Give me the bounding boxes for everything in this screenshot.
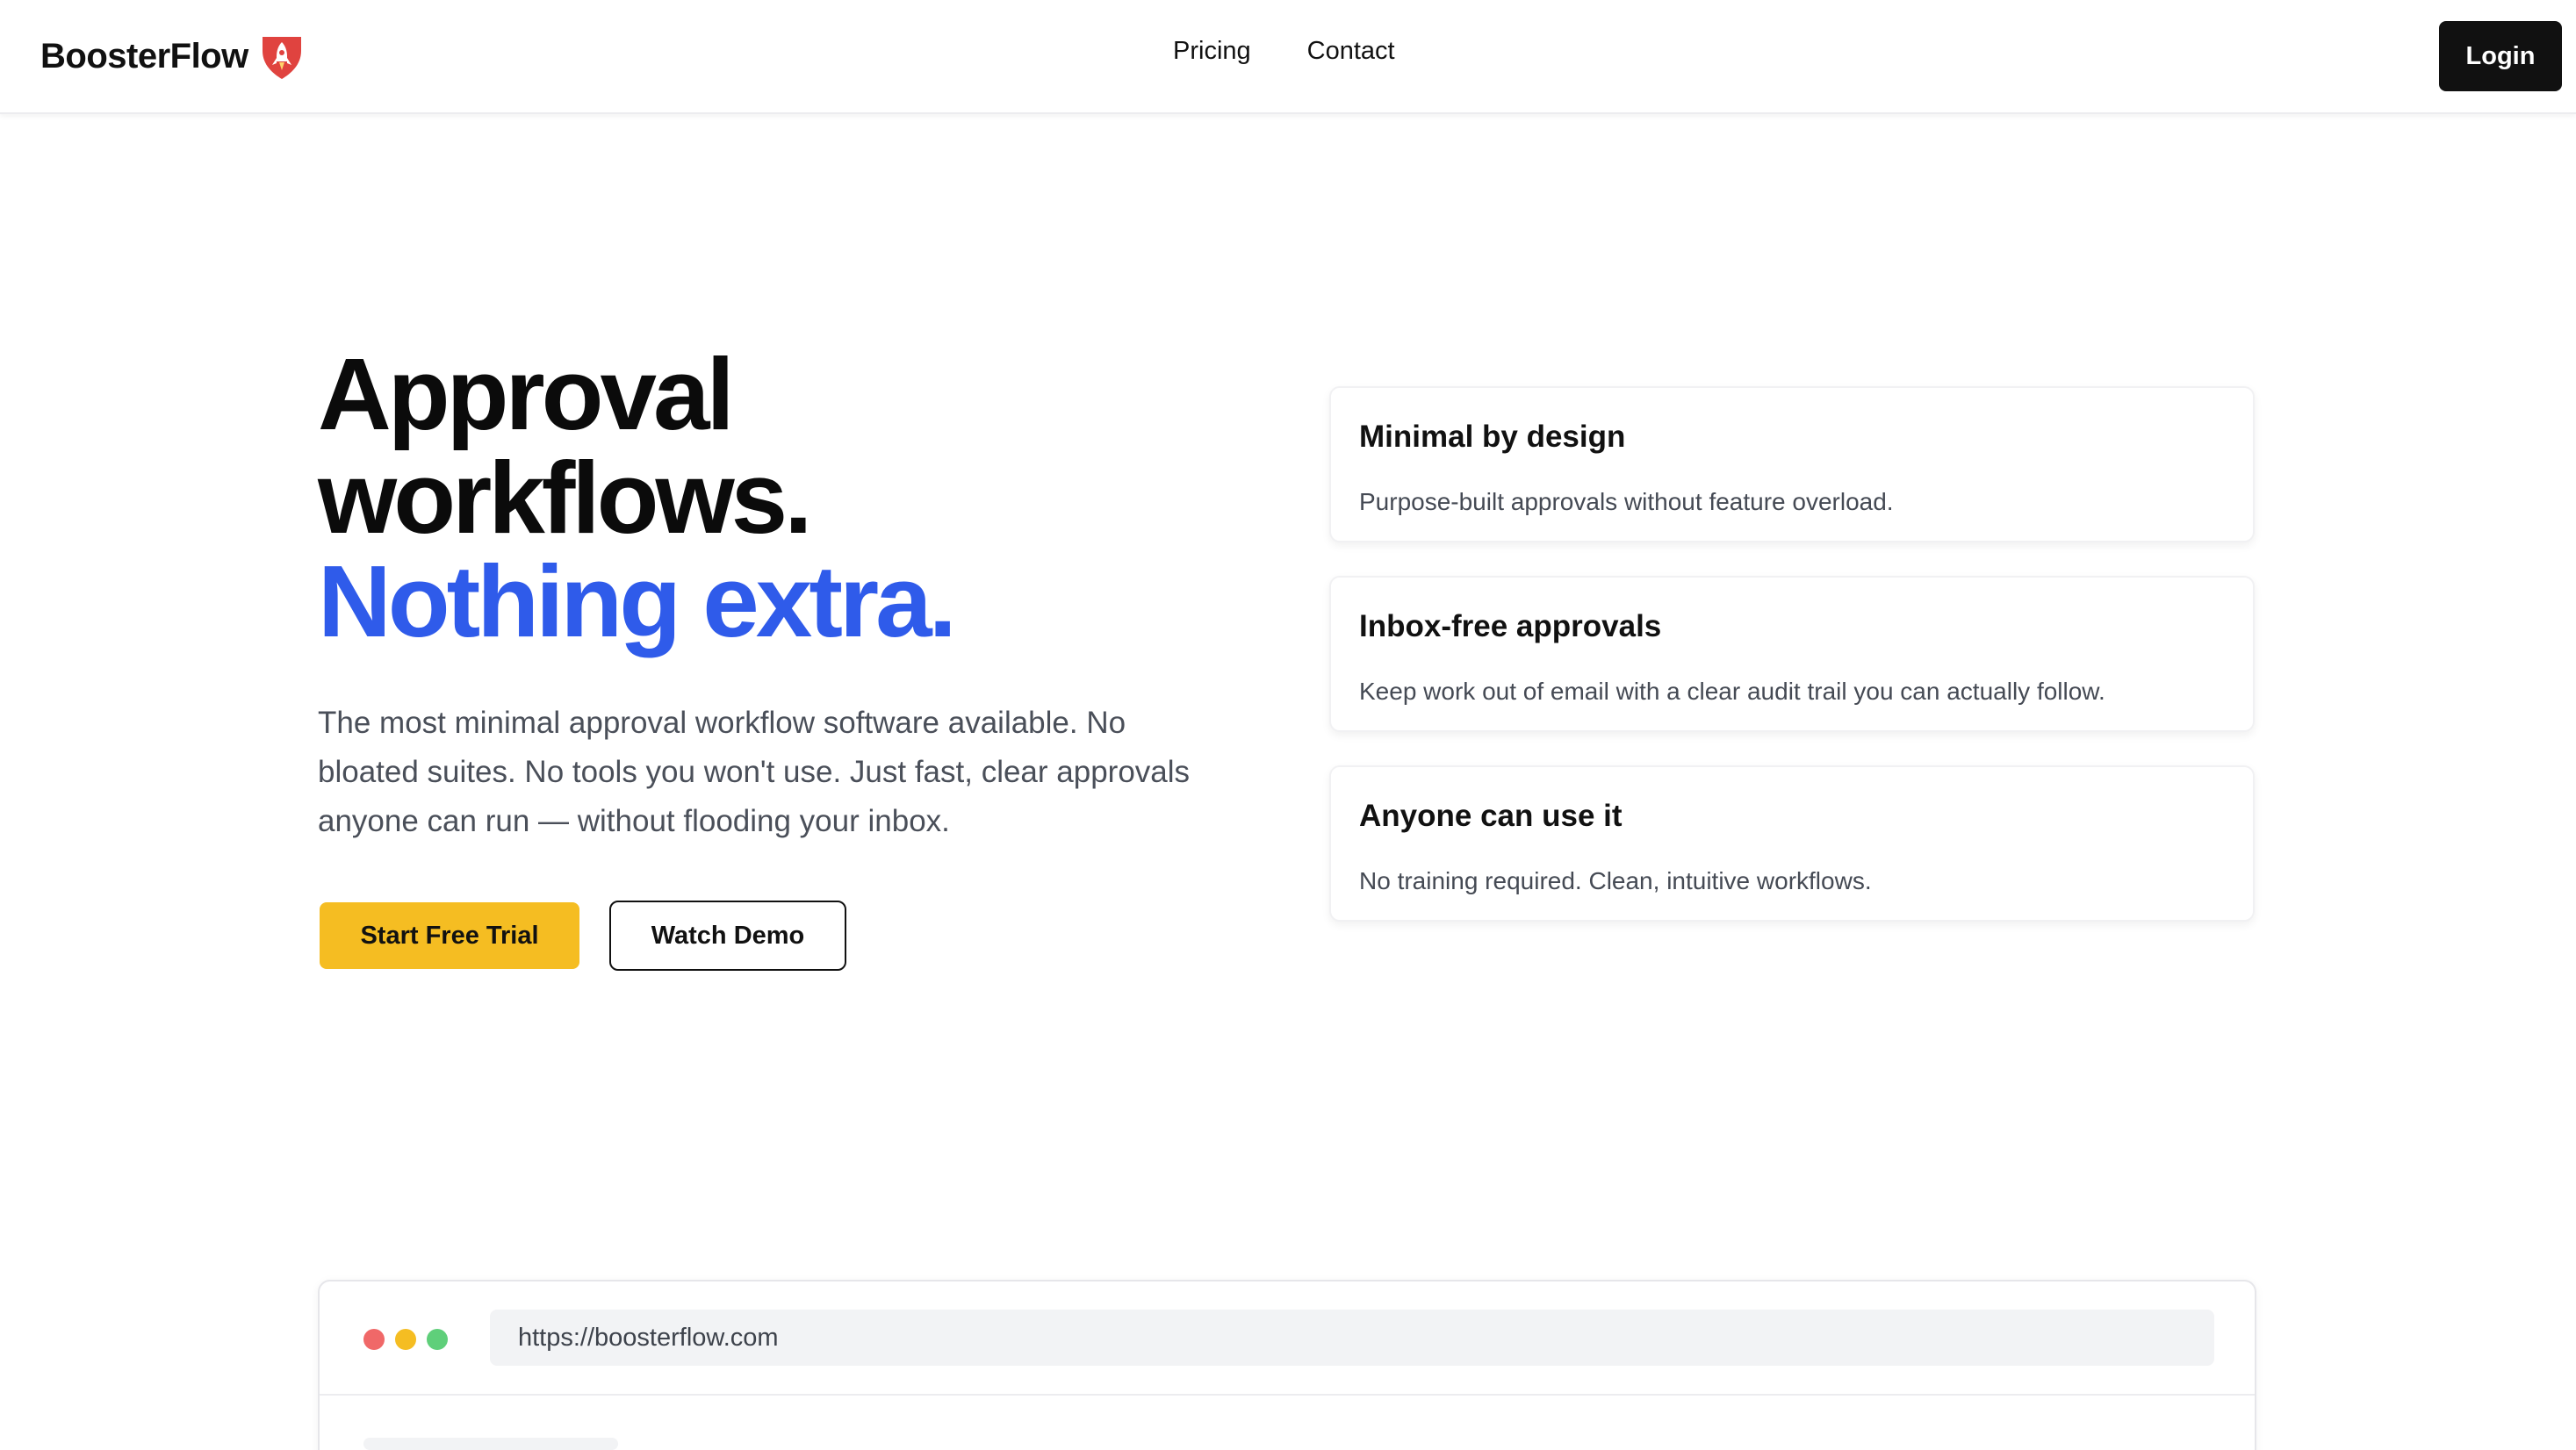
- login-button[interactable]: Login: [2439, 21, 2562, 91]
- feature-title: Anyone can use it: [1359, 799, 1623, 833]
- feature-card-minimal: Minimal by design Purpose-built approval…: [1329, 386, 2255, 542]
- hero-subtitle: The most minimal approval workflow softw…: [318, 706, 1191, 838]
- feature-title: Inbox-free approvals: [1359, 609, 1662, 643]
- hero-title-line-1: Approval: [318, 337, 735, 451]
- brand-logo-link[interactable]: BoosterFlow: [40, 32, 305, 81]
- hero-title-accent: Nothing extra.: [318, 544, 957, 658]
- browser-preview: [318, 1280, 2256, 1450]
- landing-page: BoosterFlow Pricing Contact Login Approv…: [0, 0, 2576, 1450]
- feature-description: No training required. Clean, intuitive w…: [1359, 867, 1872, 894]
- browser-toolbar: [320, 1281, 2255, 1396]
- hero-title: Approval workflows. Nothing extra.: [318, 337, 957, 658]
- brand-name: BoosterFlow: [40, 36, 248, 75]
- hero-title-line-2: workflows.: [318, 441, 812, 555]
- main-nav: Pricing Contact: [1173, 37, 1395, 66]
- feature-title: Minimal by design: [1359, 420, 1626, 454]
- nav-link-pricing[interactable]: Pricing: [1173, 37, 1251, 66]
- nav-link-contact[interactable]: Contact: [1307, 37, 1395, 66]
- site-header: BoosterFlow Pricing Contact Login: [0, 0, 2576, 114]
- feature-description: Purpose-built approvals without feature …: [1359, 488, 1894, 515]
- window-maximize-dot-icon: [427, 1329, 448, 1350]
- start-free-trial-button[interactable]: Start Free Trial: [320, 902, 579, 969]
- watch-demo-button[interactable]: Watch Demo: [609, 901, 846, 971]
- window-close-dot-icon: [363, 1329, 385, 1350]
- feature-description: Keep work out of email with a clear audi…: [1359, 678, 2105, 705]
- browser-content-placeholder: [363, 1438, 618, 1450]
- feature-card-anyone: Anyone can use it No training required. …: [1329, 765, 2255, 922]
- window-minimize-dot-icon: [395, 1329, 416, 1350]
- feature-card-inbox-free: Inbox-free approvals Keep work out of em…: [1329, 576, 2255, 732]
- browser-url-field[interactable]: [490, 1310, 2214, 1366]
- rocket-shield-icon: [259, 32, 305, 81]
